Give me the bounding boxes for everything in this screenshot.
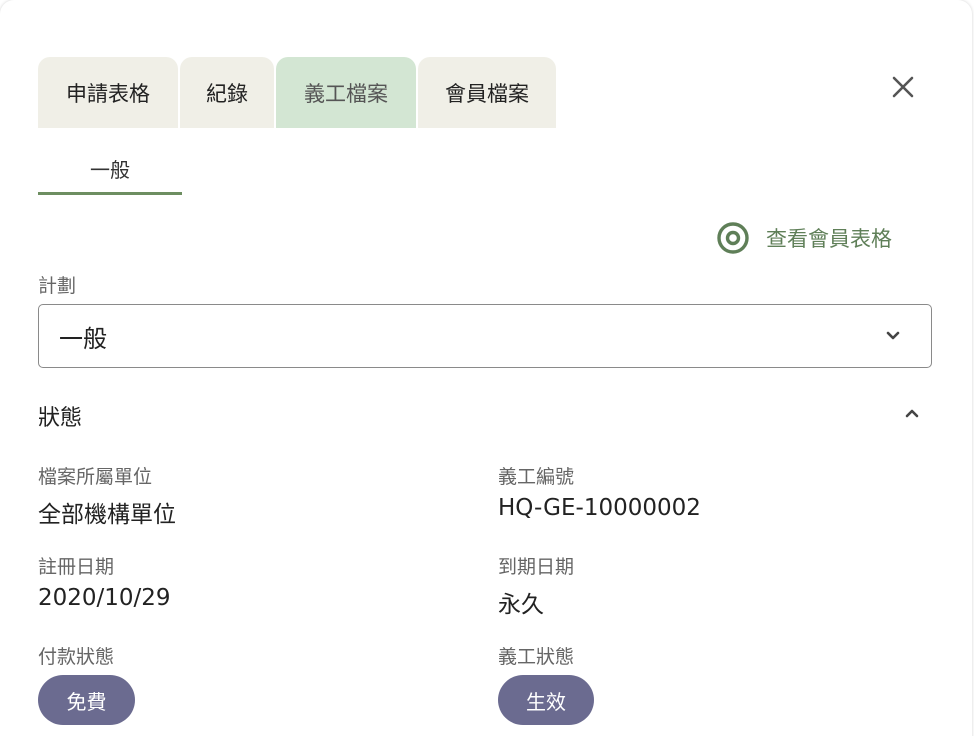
plan-label: 計劃 <box>38 275 77 297</box>
volunteer-status-label: 義工狀態 <box>498 646 575 668</box>
tab-application-form[interactable]: 申請表格 <box>38 57 178 128</box>
register-date-value: 2020/10/29 <box>38 585 171 611</box>
plan-select-value: 一般 <box>59 324 107 353</box>
status-section-title: 狀態 <box>38 406 83 431</box>
close-icon <box>892 76 914 98</box>
eye-icon <box>714 220 752 256</box>
register-date-label: 註冊日期 <box>38 556 115 578</box>
tab-member-profile[interactable]: 會員檔案 <box>418 57 556 128</box>
chevron-up-icon[interactable] <box>902 403 922 423</box>
view-member-form-link[interactable]: 查看會員表格 <box>714 220 892 256</box>
payment-status-label: 付款狀態 <box>38 646 115 668</box>
payment-status-badge: 免費 <box>38 675 135 725</box>
expiry-date-label: 到期日期 <box>498 556 575 578</box>
profile-unit-label: 檔案所屬單位 <box>38 466 153 488</box>
plan-select[interactable]: 一般 <box>38 304 932 368</box>
volunteer-status-badge: 生效 <box>498 675 594 725</box>
tab-records[interactable]: 紀錄 <box>180 57 274 128</box>
profile-unit-value: 全部機構單位 <box>38 502 176 528</box>
volunteer-number-label: 義工編號 <box>498 466 575 488</box>
close-button[interactable] <box>886 70 920 104</box>
tab-volunteer-profile[interactable]: 義工檔案 <box>276 57 416 128</box>
view-member-form-label: 查看會員表格 <box>766 227 892 251</box>
expiry-date-value: 永久 <box>498 592 544 618</box>
volunteer-number-value: HQ-GE-10000002 <box>498 495 701 521</box>
tab-bar: 申請表格 紀錄 義工檔案 會員檔案 <box>38 57 558 128</box>
chevron-down-icon <box>886 331 900 340</box>
subtab-general[interactable]: 一般 <box>38 150 182 195</box>
volunteer-profile-panel: 申請表格 紀錄 義工檔案 會員檔案 一般 查看會員表格 計劃 一般 狀態 檔案所… <box>0 0 972 736</box>
